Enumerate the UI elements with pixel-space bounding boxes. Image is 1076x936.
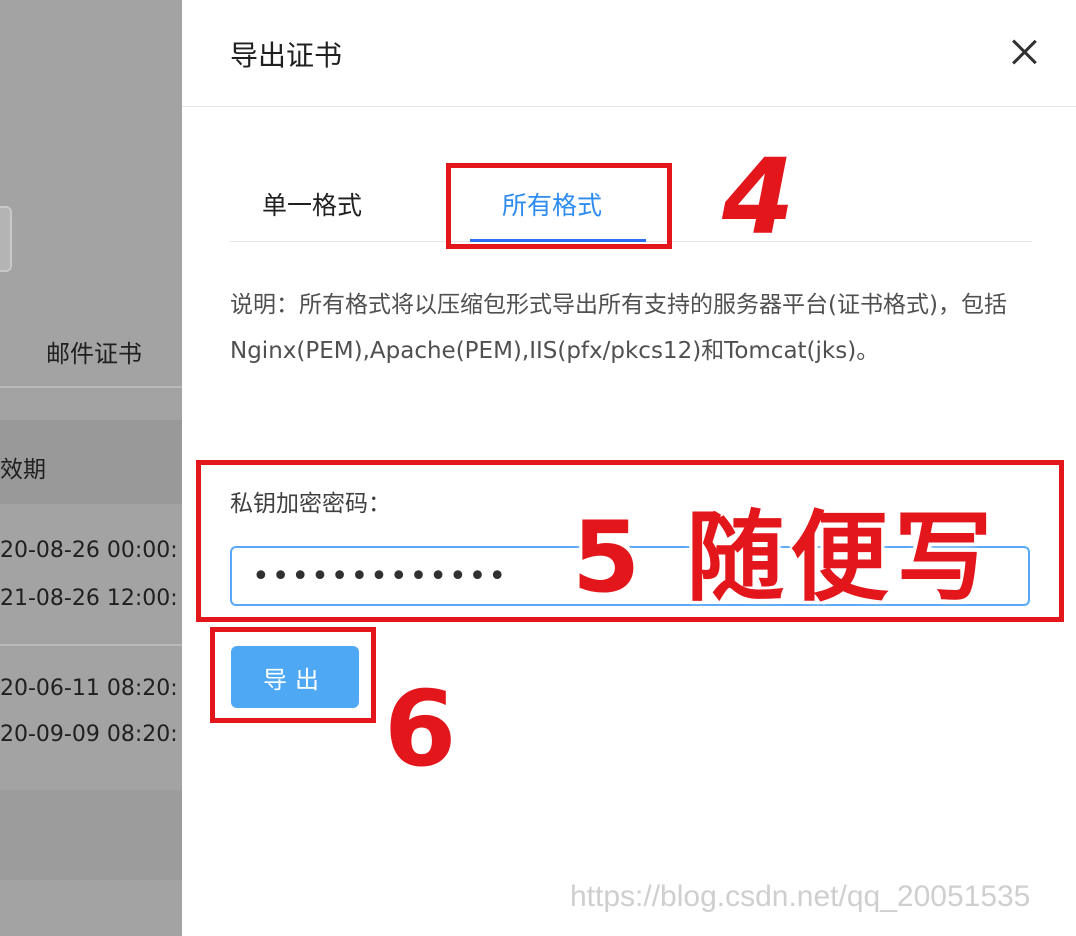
background-tab-email-cert: 邮件证书 xyxy=(46,340,142,368)
annotation-step6: 6 xyxy=(384,668,457,790)
background-cell: 20-08-26 00:00: xyxy=(0,538,178,563)
background-cell: 20-06-11 08:20: xyxy=(0,676,178,701)
annotation-box-step6 xyxy=(210,627,376,723)
annotation-step4: 4 xyxy=(722,136,795,258)
title-divider xyxy=(182,106,1076,107)
background-input xyxy=(0,206,12,272)
background-page: 邮件证书 效期 20-08-26 00:00: 21-08-26 12:00: … xyxy=(0,0,182,936)
watermark: https://blog.csdn.net/qq_20051535 xyxy=(570,880,1031,913)
background-footer xyxy=(0,790,182,880)
background-column-header: 效期 xyxy=(0,457,46,483)
tab-single-format[interactable]: 单一格式 xyxy=(262,186,362,222)
background-row-divider xyxy=(0,644,182,646)
background-divider xyxy=(0,386,182,388)
background-cell: 21-08-26 12:00: xyxy=(0,586,178,611)
close-icon[interactable] xyxy=(1006,34,1042,70)
format-description: 说明：所有格式将以压缩包形式导出所有支持的服务器平台(证书格式)，包括Nginx… xyxy=(230,292,1007,364)
annotation-step5: 5 随便写 xyxy=(572,501,999,615)
drawer-title: 导出证书 xyxy=(230,39,343,72)
background-cell: 20-09-09 08:20: xyxy=(0,722,178,747)
annotation-box-step4 xyxy=(446,163,672,249)
